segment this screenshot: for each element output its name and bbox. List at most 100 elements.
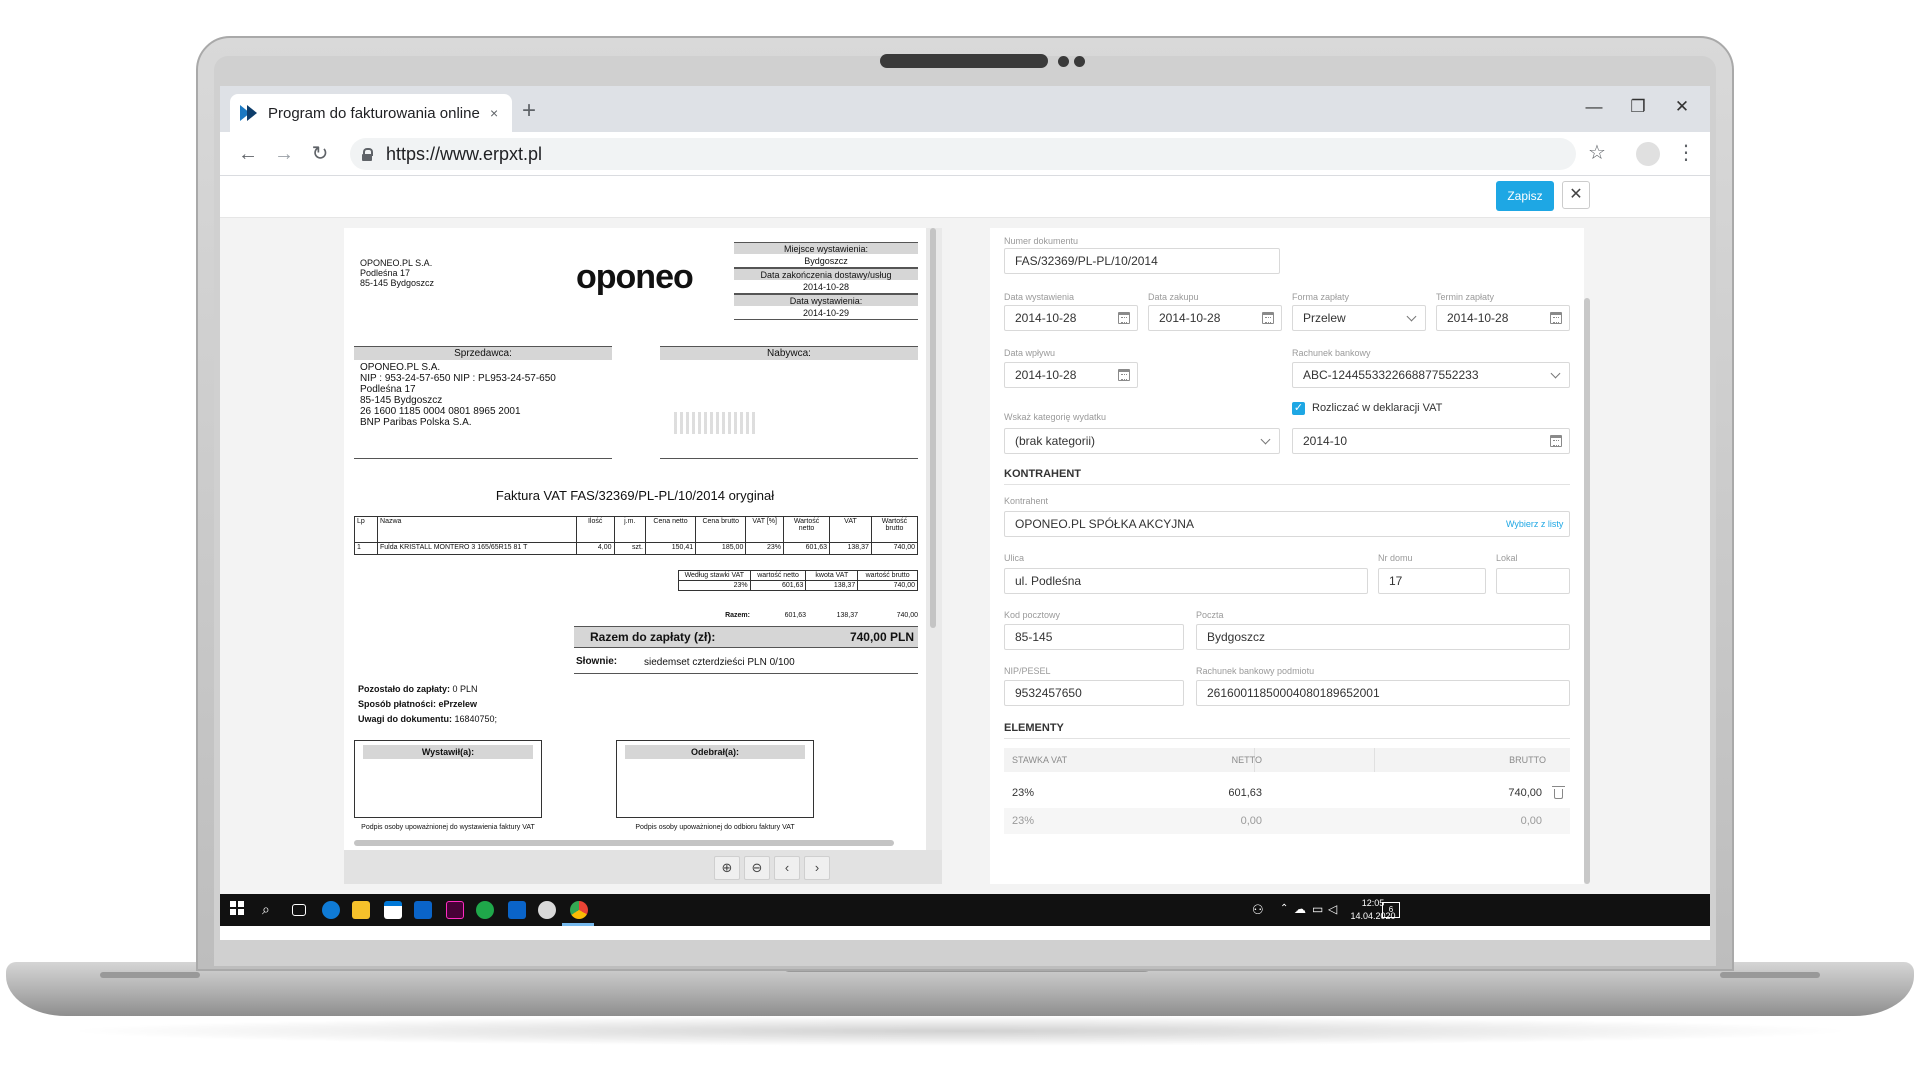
forward-button[interactable]: → xyxy=(270,140,298,168)
contractor-account-input[interactable]: 26160011850004080189652001 xyxy=(1196,680,1570,706)
payment-form-select[interactable]: Przelew xyxy=(1292,305,1426,331)
house-number-input[interactable]: 17 xyxy=(1378,568,1486,594)
save-button[interactable]: Zapisz xyxy=(1496,181,1554,211)
nip-input[interactable]: 9532457650 xyxy=(1004,680,1184,706)
app-icon[interactable] xyxy=(538,901,556,919)
amount-in-words: Słownie: siedemset czterdzieści PLN 0/10… xyxy=(574,654,918,674)
edge-icon[interactable] xyxy=(322,901,340,919)
doc-number-label: Numer dokumentu xyxy=(1004,236,1079,246)
issued-by-box: Wystawił(a): xyxy=(354,740,542,818)
new-tab-button[interactable]: + xyxy=(522,96,536,126)
people-icon[interactable]: ⚇ xyxy=(1252,902,1264,918)
search-icon[interactable]: ⌕ xyxy=(262,901,280,919)
tray-chevron-icon[interactable]: ⌃ xyxy=(1280,903,1288,914)
notifications-icon[interactable]: 6 xyxy=(1382,902,1400,918)
vat-header-cell: kwota VAT xyxy=(805,570,859,581)
elements-header-net: NETTO xyxy=(1231,755,1262,765)
seller-detail-name: OPONEO.PL S.A. xyxy=(360,362,441,373)
nip-label: NIP/PESEL xyxy=(1004,666,1051,676)
browser-menu-icon[interactable]: ⋮ xyxy=(1676,140,1696,165)
seller-detail-bank: BNP Paribas Polska S.A. xyxy=(360,417,472,428)
vat-period-value: 2014-10 xyxy=(1303,434,1348,448)
file-explorer-icon[interactable] xyxy=(352,901,370,919)
window-restore-button[interactable]: ❐ xyxy=(1618,92,1658,122)
previous-page-icon[interactable]: ‹ xyxy=(774,856,800,880)
vat-period-input[interactable]: 2014-10 xyxy=(1292,428,1570,454)
close-form-button[interactable]: ✕ xyxy=(1562,181,1590,209)
items-cell: Fulda KRISTALL MONTERO 3 165/65R15 81 T xyxy=(377,542,577,555)
window-minimize-button[interactable]: — xyxy=(1574,92,1614,122)
invoice-form: Numer dokumentu FAS/32369/PL-PL/10/2014 … xyxy=(990,228,1584,884)
window-close-button[interactable]: ✕ xyxy=(1662,92,1702,122)
items-header-cell: Nazwa xyxy=(377,516,577,543)
flat-input[interactable] xyxy=(1496,568,1570,594)
laptop-foot-right xyxy=(1720,972,1820,978)
document-horizontal-scrollbar[interactable] xyxy=(354,840,894,846)
browser-tab[interactable]: Program do fakturowania online × xyxy=(230,94,512,132)
purchase-date-input[interactable]: 2014-10-28 xyxy=(1148,305,1282,331)
task-view-icon[interactable] xyxy=(292,904,306,916)
windows-start-icon[interactable] xyxy=(230,901,248,919)
items-cell: 138,37 xyxy=(829,542,872,555)
contractor-input[interactable]: OPONEO.PL SPÓŁKA AKCYJNA xyxy=(1004,511,1570,537)
profile-avatar-icon[interactable] xyxy=(1636,142,1660,166)
tab-close-icon[interactable]: × xyxy=(490,105,498,121)
onedrive-icon[interactable]: ☁ xyxy=(1294,902,1306,916)
post-office-input[interactable]: Bydgoszcz xyxy=(1196,624,1570,650)
zoom-out-icon[interactable]: ⊖ xyxy=(744,856,770,880)
elements-header-vat: STAWKA VAT xyxy=(1012,755,1068,765)
contractor-value: OPONEO.PL SPÓŁKA AKCYJNA xyxy=(1015,517,1194,531)
payment-form-label: Forma zapłaty xyxy=(1292,292,1350,302)
address-bar[interactable]: https://www.erpxt.pl xyxy=(350,138,1576,170)
meta-value: Bydgoszcz xyxy=(734,254,918,268)
category-select[interactable]: (brak kategorii) xyxy=(1004,428,1280,454)
street-input[interactable]: ul. Podleśna xyxy=(1004,568,1368,594)
form-scrollbar[interactable] xyxy=(1584,298,1590,884)
payment-due-input[interactable]: 2014-10-28 xyxy=(1436,305,1570,331)
trash-icon[interactable] xyxy=(1552,786,1565,799)
next-page-icon[interactable]: › xyxy=(804,856,830,880)
clover-app-icon[interactable] xyxy=(476,901,494,919)
element-gross: 740,00 xyxy=(1508,787,1542,799)
calendar-icon[interactable] xyxy=(1118,312,1130,324)
meta-value: 2014-10-29 xyxy=(734,306,918,320)
vat-declaration-checkbox[interactable]: ✓ xyxy=(1292,402,1305,415)
vat-header-cell: Według stawki VAT xyxy=(678,570,751,581)
receipt-date-value: 2014-10-28 xyxy=(1015,368,1077,382)
notes-label: Uwagi do dokumentu: xyxy=(358,714,452,724)
seller-detail-city: 85-145 Bydgoszcz xyxy=(360,395,443,406)
adobe-xd-icon[interactable] xyxy=(446,901,464,919)
items-cell: 23% xyxy=(745,542,785,555)
issue-date-input[interactable]: 2014-10-28 xyxy=(1004,305,1138,331)
received-by-box: Odebrał(a): xyxy=(616,740,814,818)
chrome-icon[interactable] xyxy=(570,901,588,919)
reload-button[interactable]: ↻ xyxy=(306,140,334,168)
zoom-in-icon[interactable]: ⊕ xyxy=(714,856,740,880)
meta-delivery-date: Data zakończenia dostawy/usług 2014-10-2… xyxy=(734,268,918,294)
calendar-icon[interactable] xyxy=(1550,435,1562,447)
bank-account-select[interactable]: ABC-1244553322668877552233 xyxy=(1292,362,1570,388)
calendar-icon[interactable] xyxy=(1550,312,1562,324)
elements-row[interactable]: 23% 601,63 740,00 xyxy=(1004,780,1570,806)
mail-icon[interactable] xyxy=(414,901,432,919)
bookmark-star-icon[interactable]: ☆ xyxy=(1588,140,1606,165)
camera-bar xyxy=(880,54,1048,68)
back-button[interactable]: ← xyxy=(234,140,262,168)
network-icon[interactable]: ▭ xyxy=(1312,902,1323,916)
elements-row-empty[interactable]: 23% 0,00 0,00 xyxy=(1004,808,1570,834)
receipt-date-input[interactable]: 2014-10-28 xyxy=(1004,362,1138,388)
doc-number-input[interactable]: FAS/32369/PL-PL/10/2014 xyxy=(1004,248,1280,274)
calendar-icon[interactable] xyxy=(1262,312,1274,324)
outlook-icon[interactable] xyxy=(508,901,526,919)
items-cell: 1 xyxy=(353,542,379,555)
seller-header: Sprzedawca: xyxy=(354,346,612,360)
items-header-cell: Cena netto xyxy=(644,516,697,543)
document-vertical-scrollbar[interactable] xyxy=(930,228,936,628)
total-to-pay-label: Razem do zapłaty (zł): xyxy=(590,630,716,644)
seller-detail-nip: NIP : 953-24-57-650 NIP : PL953-24-57-65… xyxy=(360,373,556,384)
store-icon[interactable] xyxy=(384,901,402,919)
postcode-input[interactable]: 85-145 xyxy=(1004,624,1184,650)
calendar-icon[interactable] xyxy=(1118,369,1130,381)
volume-icon[interactable]: ◁ xyxy=(1328,902,1337,916)
pick-from-list-link[interactable]: Wybierz z listy xyxy=(1506,519,1563,529)
